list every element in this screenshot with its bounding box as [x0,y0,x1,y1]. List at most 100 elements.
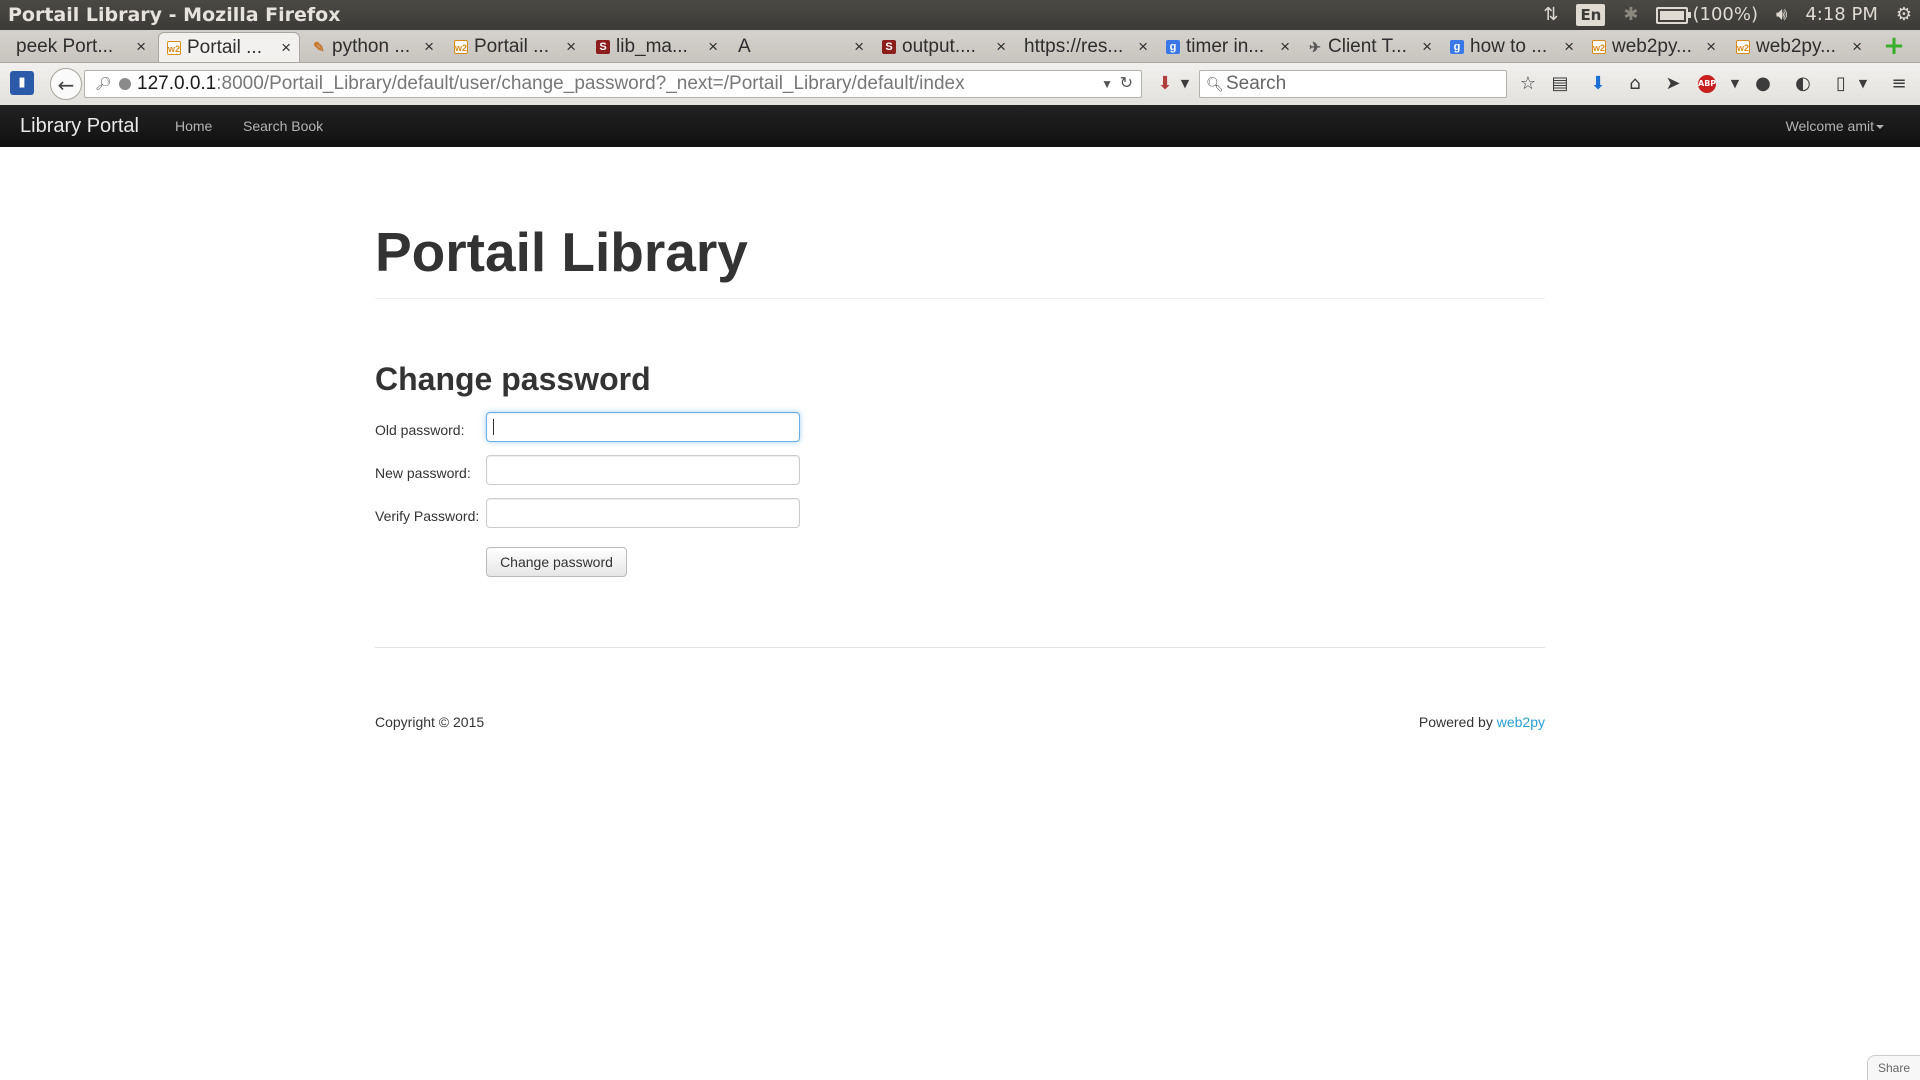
web2py-icon: w2 [1736,40,1750,54]
browser-tab[interactable]: S output.... × [874,32,1014,62]
tab-label: Client T... [1328,36,1407,57]
powered-by: Powered by web2py [1419,714,1545,730]
browser-tab[interactable]: w2 Portail ... × [446,32,584,62]
dropdown-arrow-icon[interactable]: ▼ [1172,71,1198,97]
tab-label: output.... [902,36,976,57]
caret-down-icon [1876,125,1884,130]
share-button[interactable]: Share [1867,1055,1920,1080]
send-icon[interactable]: ➤ [1660,71,1686,97]
tab-label: timer in... [1186,36,1265,57]
battery-indicator[interactable]: (100%) [1656,0,1758,30]
url-bar[interactable]: 🔎︎ 127.0.0.1:8000/Portail_Library/defaul… [84,70,1142,98]
browser-tab[interactable]: https://res... × [1016,32,1156,62]
web2py-icon: w2 [1592,40,1606,54]
old-password-input[interactable] [486,412,800,442]
tab-label: https://res... [1024,36,1124,57]
tab-label: Portail ... [474,36,549,57]
browser-tab[interactable]: S lib_ma... × [588,32,726,62]
tab-close-icon[interactable]: × [1706,32,1716,62]
volume-icon[interactable]: 🔊︎ [1776,0,1787,30]
network-icon[interactable]: ⇅ [1543,0,1558,30]
tab-close-icon[interactable]: × [996,32,1006,62]
tab-close-icon[interactable]: × [566,32,576,62]
adblock-dropdown-icon[interactable]: ▼ [1722,71,1748,97]
tab-close-icon[interactable]: × [1422,32,1432,62]
reload-icon[interactable]: ↻ [1120,71,1133,97]
battery-level-fill [1660,10,1685,20]
user-menu-dropdown[interactable]: Welcome amit [1786,105,1884,147]
web2py-link[interactable]: web2py [1497,714,1545,730]
tab-close-icon[interactable]: × [854,32,864,62]
reading-list-icon[interactable]: ▤ [1547,71,1573,97]
tab-close-icon[interactable]: × [1280,32,1290,62]
tab-close-icon[interactable]: × [424,32,434,62]
search-placeholder: Search [1226,73,1287,94]
browser-tab[interactable]: peek Port... × [8,32,154,62]
clock[interactable]: 4:18 PM [1805,0,1878,30]
url-text[interactable]: 127.0.0.1:8000/Portail_Library/default/u… [137,71,965,97]
client-icon: ✈ [1309,39,1321,55]
chat-icon[interactable]: ● [1750,71,1776,97]
url-host: 127.0.0.1 [137,73,217,94]
change-password-button[interactable]: Change password [486,547,627,577]
keyboard-language-indicator[interactable]: En [1576,4,1606,26]
google-icon: g [1450,40,1464,54]
tab-label: python ... [332,36,411,57]
new-password-input[interactable] [486,455,800,485]
addon-chart-icon[interactable]: ▮ [10,71,34,95]
bluetooth-icon[interactable]: ✱ [1623,0,1638,30]
google-icon: g [1166,40,1180,54]
verify-password-input[interactable] [486,498,800,528]
tab-label: Portail ... [187,36,262,58]
tab-close-icon[interactable]: × [708,32,718,62]
tab-close-icon[interactable]: × [1138,32,1148,62]
tab-close-icon[interactable]: × [1852,32,1862,62]
browser-tab[interactable]: w2 web2py... × [1584,32,1724,62]
welcome-text: Welcome amit [1785,118,1874,134]
battery-icon [1656,6,1692,24]
extension-icon[interactable]: ◐ [1790,71,1816,97]
system-tray: ⇅ En ✱ (100%) 🔊︎ 4:18 PM ⚙ [1543,0,1912,30]
nav-home-link[interactable]: Home [175,105,212,147]
browser-tab[interactable]: ✎ python ... × [304,32,442,62]
search-bar[interactable]: 🔍︎ Search [1199,70,1507,98]
tab-label: web2py... [1756,36,1836,57]
home-icon[interactable]: ⌂ [1622,71,1648,97]
back-arrow-icon[interactable]: ← [50,68,82,100]
stackoverflow-icon: S [596,40,610,54]
browser-tab-active[interactable]: w2 Portail ... × [158,32,300,62]
browser-tab[interactable]: g how to ... × [1442,32,1582,62]
settings-gear-icon[interactable]: ⚙ [1896,0,1912,30]
tab-label: A [738,36,751,57]
tab-close-icon[interactable]: × [1564,32,1574,62]
menu-hamburger-icon[interactable]: ≡ [1886,71,1912,97]
powered-by-text: Powered by [1418,714,1493,730]
new-tab-plus-icon[interactable]: + [1878,30,1910,62]
browser-tab[interactable]: w2 web2py... × [1728,32,1870,62]
divider [375,298,1545,299]
copyright-text: Copyright © 2015 [375,714,485,730]
bookmark-star-icon[interactable]: ☆ [1515,71,1541,97]
nav-search-book-link[interactable]: Search Book [243,105,323,147]
browser-tab[interactable]: ✈ Client T... × [1300,32,1440,62]
tab-close-icon[interactable]: × [281,33,291,62]
adblock-icon[interactable]: ABP [1698,75,1716,93]
tab-label: how to ... [1470,36,1548,57]
downloads-icon[interactable]: ⬇ [1585,71,1611,97]
history-dropdown-icon[interactable]: ▼ [1101,71,1113,97]
tab-label: peek Port... [16,36,114,57]
web2py-icon: w2 [454,40,468,54]
globe-icon [119,78,131,90]
browser-tab[interactable]: g timer in... × [1158,32,1298,62]
form-title: Change password [375,361,651,397]
site-identity-icon[interactable]: 🔎︎ [95,76,112,92]
web-page: Library Portal Home Search Book Welcome … [0,105,1920,1080]
brand-link[interactable]: Library Portal [20,105,139,147]
browser-tab[interactable]: A × [730,32,872,62]
stackoverflow-icon: S [882,40,896,54]
tab-close-icon[interactable]: × [136,32,146,62]
verify-password-label: Verify Password: [375,508,480,524]
search-icon: 🔍︎ [1206,76,1224,92]
clipboard-dropdown-icon[interactable]: ▼ [1850,71,1876,97]
browser-toolbar: ▮ ← 🔎︎ 127.0.0.1:8000/Portail_Library/de… [0,63,1920,106]
